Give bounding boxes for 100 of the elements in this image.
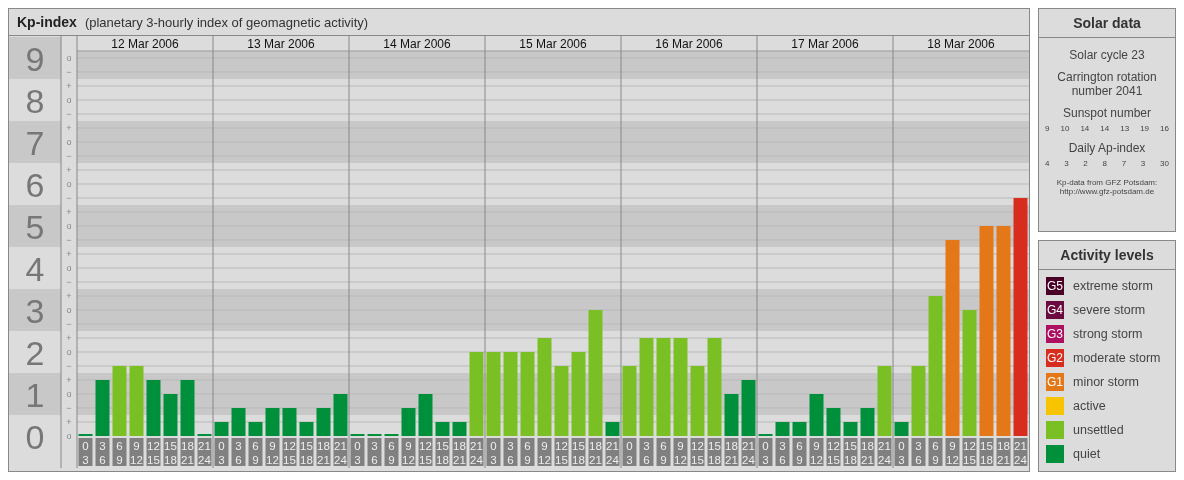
storm-level-badge: G2: [1046, 349, 1064, 367]
kp-subdivision-label: o: [66, 221, 72, 231]
kp-bar: [826, 408, 841, 436]
sunspot-value: 16: [1160, 124, 1169, 133]
kp-subdivision-label: o: [66, 137, 72, 147]
time-range-label: 9 12: [265, 438, 280, 466]
kp-bar: [146, 380, 161, 436]
time-range-label: 18 21: [452, 438, 467, 466]
time-range-label: 3 6: [95, 438, 110, 466]
ap-index-value: 3: [1064, 159, 1069, 168]
kp-bar: [401, 408, 416, 436]
time-range-label: 6 9: [520, 438, 535, 466]
time-range-label: 15 18: [707, 438, 722, 466]
chart-title: Kp-index: [17, 14, 77, 30]
kp-axis-label: 3: [25, 292, 45, 330]
time-range-label: 21 24: [605, 438, 620, 466]
kp-axis-label: 8: [25, 82, 45, 120]
time-range-label: 0 3: [350, 438, 365, 466]
time-range-label: 9 12: [537, 438, 552, 466]
time-range-label: 21 24: [877, 438, 892, 466]
kp-subdivision-label: +: [66, 417, 72, 427]
kp-bar: [911, 366, 926, 436]
ap-index-value: 3: [1140, 159, 1146, 168]
level-label: extreme storm: [1073, 279, 1153, 293]
time-range-label: 18 21: [724, 438, 739, 466]
kp-subdivision-label: −: [66, 109, 72, 119]
kp-bar: [622, 366, 637, 436]
sunspot-value: 14: [1080, 124, 1090, 133]
kp-subdivision-label: +: [66, 375, 72, 385]
ap-index-value: 7: [1121, 159, 1127, 168]
level-label: minor storm: [1073, 375, 1139, 389]
date-label: 14 Mar 2006: [383, 37, 451, 51]
kp-axis-label: 6: [25, 166, 45, 204]
kp-bar: [860, 408, 875, 436]
date-label: 17 Mar 2006: [791, 37, 859, 51]
kp-bar: [129, 366, 144, 436]
time-range-label: 3 6: [911, 438, 926, 466]
kp-subdivision-label: −: [66, 235, 72, 245]
time-range-label: 21 24: [197, 438, 212, 466]
time-range-label: 9 12: [129, 438, 144, 466]
time-range-label: 21 24: [333, 438, 348, 466]
kp-subdivision-label: −: [66, 319, 72, 329]
kp-bar: [877, 366, 892, 436]
level-label: moderate storm: [1073, 351, 1161, 365]
kp-subdivision-label: o: [66, 179, 72, 189]
sunspot-value: 19: [1140, 124, 1150, 133]
time-range-label: 21 24: [469, 438, 484, 466]
kp-axis-label: 1: [25, 376, 45, 414]
time-range-label: 12 15: [282, 438, 297, 466]
level-label: severe storm: [1073, 303, 1146, 317]
level-label: strong storm: [1073, 327, 1143, 341]
kp-bar: [265, 408, 280, 436]
ap-index-label: Daily Ap-index: [1068, 141, 1146, 155]
time-range-label: 18 21: [860, 438, 875, 466]
kp-subdivision-label: o: [66, 95, 72, 105]
time-range-label: 15 18: [843, 438, 858, 466]
kp-bar: [554, 366, 569, 436]
time-range-label: 18 21: [180, 438, 195, 466]
source-url: http://www.gfz-potsdam.de: [1059, 187, 1155, 196]
source-text: Kp-data from GFZ Potsdam:: [1056, 178, 1158, 187]
kp-subdivision-label: +: [66, 249, 72, 259]
storm-level-badge: G3: [1046, 325, 1064, 343]
carrington-rotation-text: Carrington rotation number 2041: [1056, 70, 1158, 98]
time-range-label: 9 12: [673, 438, 688, 466]
time-range-label: 9 12: [401, 438, 416, 466]
kp-subdivision-label: −: [66, 277, 72, 287]
time-range-label: 0 3: [758, 438, 773, 466]
kp-bar: [180, 380, 195, 436]
kp-subdivision-label: −: [66, 361, 72, 371]
time-range-label: 12 15: [962, 438, 977, 466]
kp-subdivision-label: o: [66, 347, 72, 357]
kp-bar: [843, 422, 858, 436]
kp-subdivision-label: +: [66, 291, 72, 301]
time-range-label: 6 9: [384, 438, 399, 466]
time-range-label: 21 24: [741, 438, 756, 466]
sunspot-value: 14: [1100, 124, 1110, 133]
kp-bar: [435, 422, 450, 436]
date-label: 13 Mar 2006: [247, 37, 315, 51]
kp-bar: [282, 408, 297, 436]
kp-subdivision-label: +: [66, 207, 72, 217]
time-range-label: 6 9: [928, 438, 943, 466]
panel-title: Activity levels: [1039, 241, 1175, 270]
kp-subdivision-label: −: [66, 67, 72, 77]
sunspot-value: 10: [1060, 124, 1070, 133]
time-range-label: 0 3: [622, 438, 637, 466]
kp-bar: [95, 380, 110, 436]
time-range-label: 12 15: [554, 438, 569, 466]
kp-bar: [248, 422, 263, 436]
time-range-label: 12 15: [146, 438, 161, 466]
kp-axis-label: 5: [25, 208, 45, 246]
kp-axis-label: 4: [25, 250, 45, 288]
time-range-label: 15 18: [435, 438, 450, 466]
time-range-label: 18 21: [316, 438, 331, 466]
kp-subdivision-label: +: [66, 165, 72, 175]
kp-bar: [231, 408, 246, 436]
storm-level-badge: G5: [1046, 277, 1064, 295]
time-range-label: 3 6: [775, 438, 790, 466]
time-range-label: 12 15: [826, 438, 841, 466]
sunspot-label: Sunspot number: [1062, 106, 1152, 120]
time-range-label: 3 6: [231, 438, 246, 466]
